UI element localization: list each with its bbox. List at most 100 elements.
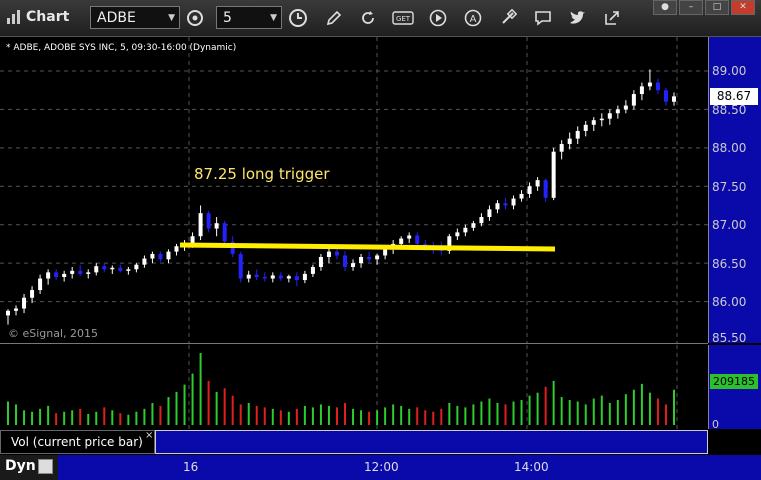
- volume-bar: [568, 400, 571, 425]
- close-icon[interactable]: ✕: [731, 0, 755, 15]
- volume-bar: [520, 400, 523, 425]
- volume-bar: [183, 384, 186, 425]
- time-tick-label: 16: [183, 460, 199, 474]
- candle-body: [126, 269, 131, 271]
- refresh-icon[interactable]: [357, 7, 379, 29]
- candle-body: [543, 180, 548, 198]
- price-chart[interactable]: [0, 37, 708, 343]
- volume-bar: [560, 397, 563, 425]
- volume-bar: [384, 407, 387, 425]
- candle-body: [326, 251, 331, 257]
- volume-bar: [319, 404, 322, 425]
- symbol-input[interactable]: ADBE ▼: [90, 6, 180, 29]
- trigger-annotation-label: 87.25 long trigger: [194, 165, 330, 183]
- candle-body: [551, 151, 556, 198]
- volume-bar: [71, 410, 74, 425]
- candle-body: [14, 308, 19, 311]
- volume-bar: [111, 410, 114, 425]
- volume-bar: [327, 405, 330, 425]
- candle-body: [519, 193, 524, 199]
- price-tick-label: 89.00: [712, 64, 747, 78]
- candle-body: [375, 255, 380, 260]
- interval-value: 5: [223, 10, 232, 26]
- candle-body: [359, 256, 364, 264]
- candle-body: [672, 96, 676, 102]
- pencil-icon[interactable]: [323, 7, 345, 29]
- volume-bar: [360, 410, 363, 425]
- candle-body: [318, 256, 323, 267]
- candle-body: [62, 273, 67, 277]
- symbol-value: ADBE: [97, 10, 136, 26]
- candle-body: [102, 266, 107, 270]
- candle-body: [599, 118, 604, 121]
- maximize-icon[interactable]: □: [705, 0, 729, 15]
- volume-bar: [15, 404, 18, 425]
- alert-icon[interactable]: A: [462, 7, 484, 29]
- volume-chart[interactable]: [0, 345, 708, 429]
- volume-bar: [544, 386, 547, 425]
- volume-bar: [496, 402, 499, 425]
- link-icon[interactable]: [497, 7, 519, 29]
- volume-zero-label: 0: [712, 418, 719, 431]
- minimize-icon[interactable]: –: [679, 0, 703, 15]
- candle-body: [166, 251, 171, 260]
- volume-bar: [39, 408, 42, 425]
- svg-text:GET: GET: [396, 15, 411, 23]
- volume-bar: [207, 380, 210, 425]
- volume-study-label[interactable]: Vol (current price bar): [0, 430, 155, 454]
- volume-bar: [295, 408, 298, 425]
- play-icon[interactable]: [427, 7, 449, 29]
- volume-current-marker: 209185: [710, 374, 758, 389]
- get-icon[interactable]: GET: [392, 7, 414, 29]
- candle-body: [591, 120, 596, 125]
- candle-body: [399, 238, 404, 244]
- volume-bar: [79, 408, 82, 425]
- volume-bar: [408, 408, 411, 425]
- candle-body: [567, 138, 572, 145]
- chevron-down-icon[interactable]: ▼: [168, 7, 175, 30]
- candle-body: [46, 272, 51, 279]
- volume-bar: [191, 373, 194, 425]
- volume-bar: [31, 411, 34, 425]
- candle-body: [310, 266, 315, 274]
- candle-body: [78, 270, 83, 274]
- link-window-icon[interactable]: ●: [653, 0, 677, 15]
- watermark: © eSignal, 2015: [8, 327, 99, 340]
- time-tick-label: 14:00: [514, 460, 549, 474]
- comment-icon[interactable]: [532, 7, 554, 29]
- candle-body: [54, 272, 59, 277]
- volume-bar: [456, 405, 459, 425]
- svg-text:A: A: [470, 14, 477, 25]
- volume-bar: [167, 397, 170, 425]
- interval-input[interactable]: 5 ▼: [216, 6, 282, 29]
- close-icon[interactable]: ×: [145, 430, 153, 441]
- volume-bar: [271, 408, 274, 425]
- volume-bar: [47, 405, 50, 425]
- volume-bar: [344, 402, 347, 425]
- lock-icon[interactable]: [38, 459, 53, 474]
- volume-bar: [143, 408, 146, 425]
- volume-bar: [600, 395, 603, 425]
- candle-body: [663, 90, 668, 102]
- candle-body: [495, 203, 500, 210]
- chevron-down-icon[interactable]: ▼: [270, 7, 277, 30]
- candle-body: [198, 213, 203, 237]
- candle-body: [262, 276, 267, 279]
- volume-bar: [464, 407, 467, 425]
- volume-bar: [159, 405, 162, 425]
- candle-body: [463, 227, 468, 233]
- volume-bar: [279, 410, 282, 425]
- volume-bar: [63, 411, 66, 425]
- last-price-marker: 88.67: [710, 88, 758, 105]
- price-tick-label: 87.50: [712, 180, 747, 194]
- volume-bar: [199, 353, 202, 425]
- candle-body: [583, 124, 588, 131]
- candle-body: [479, 217, 484, 224]
- share-icon[interactable]: [601, 7, 623, 29]
- settings-gear-icon[interactable]: [184, 7, 206, 29]
- twitter-icon[interactable]: [567, 7, 589, 29]
- volume-bar: [416, 407, 419, 425]
- volume-bar: [400, 405, 403, 425]
- candle-body: [334, 251, 339, 256]
- clock-icon[interactable]: [287, 7, 309, 29]
